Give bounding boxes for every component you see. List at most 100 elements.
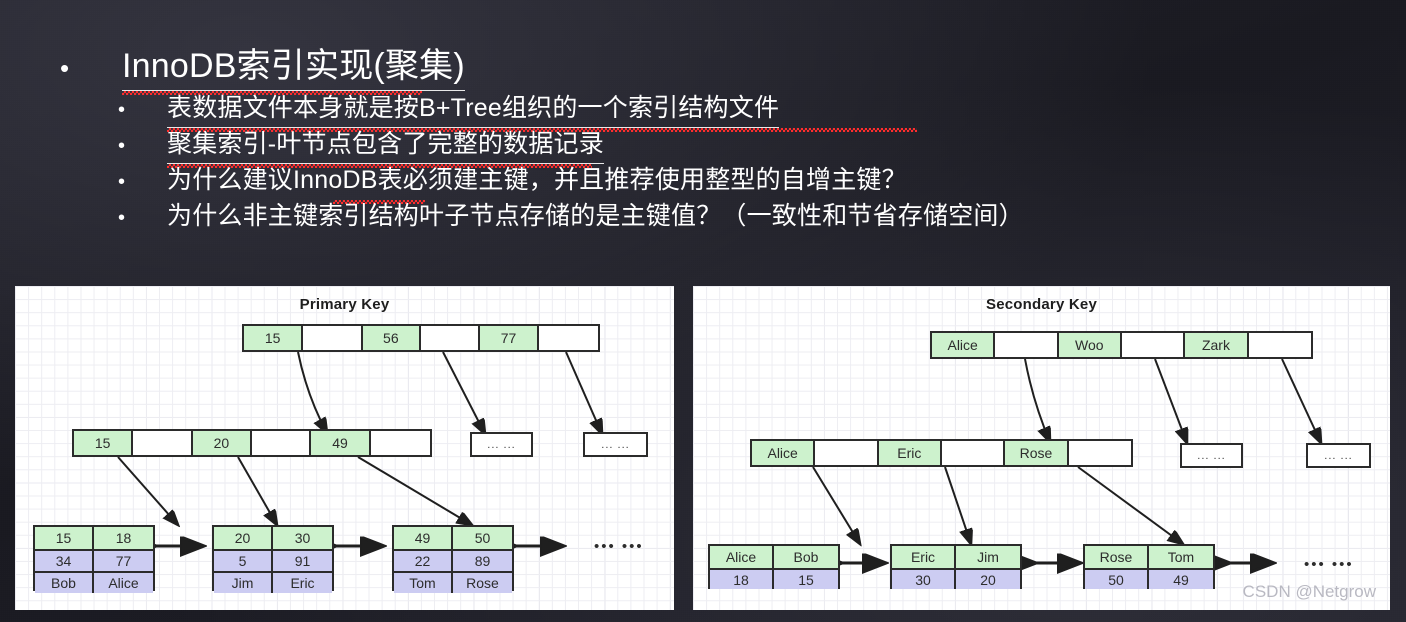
leaf-data-cell[interactable]: Jim <box>214 571 273 593</box>
leaf-data-cell[interactable]: 20 <box>956 568 1020 589</box>
stub-ellipsis: ... ... <box>1197 449 1226 462</box>
secondary-key-leaf-node[interactable]: Eric Jim 30 20 <box>890 544 1022 589</box>
leaf-data-cell[interactable]: 30 <box>892 568 956 589</box>
bullet-level2-2: • 聚集索引-叶节点包含了完整的数据记录 <box>118 124 604 168</box>
secondary-key-internal-node[interactable]: Alice Eric Rose <box>750 439 1133 467</box>
leaf-key-row: 20 30 <box>214 527 332 549</box>
leaf-key-cell[interactable]: 20 <box>214 527 273 549</box>
node-cell[interactable] <box>995 333 1059 357</box>
leaf-data-cell[interactable]: 22 <box>394 549 453 571</box>
leaf-data-cell[interactable]: 89 <box>453 549 512 571</box>
leaf-data-row: Jim Eric <box>214 571 332 593</box>
leaf-data-cell[interactable]: 34 <box>35 549 94 571</box>
bullet-level2-1: • 表数据文件本身就是按B+Tree组织的一个索引结构文件 <box>118 88 917 132</box>
leaf-data-cell[interactable]: Tom <box>394 571 453 593</box>
primary-key-leaf-ellipsis: ••• ••• <box>594 538 644 555</box>
leaf-data-cell[interactable]: 5 <box>214 549 273 571</box>
node-cell[interactable] <box>1121 333 1186 357</box>
leaf-data-row: 34 77 <box>35 549 153 571</box>
node-cell[interactable] <box>133 431 193 455</box>
node-cell[interactable]: Woo <box>1058 333 1122 357</box>
primary-key-internal-stub-2[interactable]: ... ... <box>583 432 648 457</box>
bullet-level2-3: • 为什么建议InnoDB表必须建主键，并且推荐使用整型的自增主键？ <box>118 160 907 204</box>
node-cell[interactable]: Eric <box>878 441 942 465</box>
node-cell[interactable]: 77 <box>480 326 539 350</box>
leaf-data-cell[interactable]: 91 <box>273 549 332 571</box>
leaf-key-cell[interactable]: Rose <box>1085 546 1149 568</box>
leaf-key-cell[interactable]: 15 <box>35 527 94 549</box>
leaf-key-row: Alice Bob <box>710 546 838 568</box>
leaf-key-cell[interactable]: 50 <box>453 527 512 549</box>
node-cell[interactable]: 20 <box>192 431 253 455</box>
leaf-key-cell[interactable]: Eric <box>892 546 956 568</box>
leaf-data-cell[interactable]: 18 <box>710 568 774 589</box>
leaf-key-row: Eric Jim <box>892 546 1020 568</box>
bullet-text-2: 聚集索引-叶节点包含了完整的数据记录 <box>167 124 604 164</box>
leaf-data-row: Tom Rose <box>394 571 512 593</box>
bullet-text-4: 为什么非主键索引结构叶子节点存储的是主键值？（一致性和节省存储空间） <box>167 202 1024 230</box>
leaf-key-cell[interactable]: 30 <box>273 527 332 549</box>
leaf-data-cell[interactable]: Alice <box>94 571 153 593</box>
bullet-marker-icon: • <box>118 171 126 193</box>
leaf-key-row: Rose Tom <box>1085 546 1213 568</box>
leaf-data-row: 5 91 <box>214 549 332 571</box>
leaf-data-cell[interactable]: 15 <box>774 568 838 589</box>
secondary-key-leaf-node[interactable]: Alice Bob 18 15 <box>708 544 840 589</box>
node-cell[interactable]: 15 <box>244 326 304 350</box>
node-cell[interactable]: Zark <box>1185 333 1249 357</box>
bullet-text-1: 表数据文件本身就是按B+Tree组织的一个索引结构文件 <box>167 88 780 128</box>
leaf-data-row: 50 49 <box>1085 568 1213 589</box>
primary-key-root-node[interactable]: 15 56 77 <box>242 324 600 352</box>
leaf-key-cell[interactable]: Alice <box>710 546 774 568</box>
bullet-marker-icon: • <box>118 207 126 229</box>
node-cell[interactable] <box>1068 441 1131 465</box>
leaf-data-cell[interactable]: Eric <box>273 571 332 593</box>
node-cell[interactable] <box>1248 333 1311 357</box>
primary-key-leaf-node[interactable]: 15 18 34 77 Bob Alice <box>33 525 155 593</box>
secondary-key-internal-stub-1[interactable]: ... ... <box>1180 443 1243 468</box>
leaf-data-cell[interactable]: Rose <box>453 571 512 593</box>
node-cell[interactable] <box>370 431 431 455</box>
leaf-key-row: 49 50 <box>394 527 512 549</box>
leaf-key-cell[interactable]: 49 <box>394 527 453 549</box>
node-cell[interactable]: Alice <box>932 333 996 357</box>
bullet-marker-icon: • <box>118 135 126 157</box>
primary-key-leaf-node[interactable]: 49 50 22 89 Tom Rose <box>392 525 514 593</box>
csdn-watermark: CSDN @Netgrow <box>1242 582 1376 601</box>
leaf-data-row: 30 20 <box>892 568 1020 589</box>
bullet-text-0: InnoDB索引实现(聚集) <box>122 38 465 91</box>
leaf-data-cell[interactable]: 50 <box>1085 568 1149 589</box>
node-cell[interactable] <box>941 441 1006 465</box>
bullet-marker-icon: • <box>118 99 126 121</box>
node-cell[interactable] <box>815 441 879 465</box>
leaf-data-cell[interactable]: 49 <box>1149 568 1213 589</box>
stub-ellipsis: ... ... <box>487 438 516 451</box>
secondary-key-internal-stub-2[interactable]: ... ... <box>1306 443 1371 468</box>
node-cell[interactable]: 56 <box>362 326 421 350</box>
stub-ellipsis: ... ... <box>601 438 630 451</box>
node-cell[interactable] <box>538 326 598 350</box>
bullet-level1: • InnoDB索引实现(聚集) <box>60 38 465 95</box>
primary-key-leaf-node[interactable]: 20 30 5 91 Jim Eric <box>212 525 334 593</box>
node-cell[interactable]: 15 <box>74 431 134 455</box>
primary-key-diagram-panel: Primary Key 15 56 77 15 20 49 ... ... ..… <box>15 286 674 610</box>
primary-key-internal-stub-1[interactable]: ... ... <box>470 432 533 457</box>
leaf-key-cell[interactable]: Jim <box>956 546 1020 568</box>
node-cell[interactable] <box>252 431 312 455</box>
node-cell[interactable] <box>421 326 481 350</box>
leaf-data-cell[interactable]: 77 <box>94 549 153 571</box>
leaf-data-cell[interactable]: Bob <box>35 571 94 593</box>
leaf-key-cell[interactable]: Bob <box>774 546 838 568</box>
leaf-key-row: 15 18 <box>35 527 153 549</box>
leaf-key-cell[interactable]: 18 <box>94 527 153 549</box>
node-cell[interactable] <box>303 326 363 350</box>
node-cell[interactable]: Alice <box>752 441 816 465</box>
secondary-key-root-node[interactable]: Alice Woo Zark <box>930 331 1313 359</box>
node-cell[interactable]: Rose <box>1005 441 1069 465</box>
leaf-key-cell[interactable]: Tom <box>1149 546 1213 568</box>
secondary-key-diagram-panel: Secondary Key Alice Woo Zark Alice Eric … <box>693 286 1390 610</box>
node-cell[interactable]: 49 <box>311 431 371 455</box>
primary-key-internal-node[interactable]: 15 20 49 <box>72 429 432 457</box>
secondary-key-leaf-node[interactable]: Rose Tom 50 49 <box>1083 544 1215 589</box>
leaf-data-row: 22 89 <box>394 549 512 571</box>
